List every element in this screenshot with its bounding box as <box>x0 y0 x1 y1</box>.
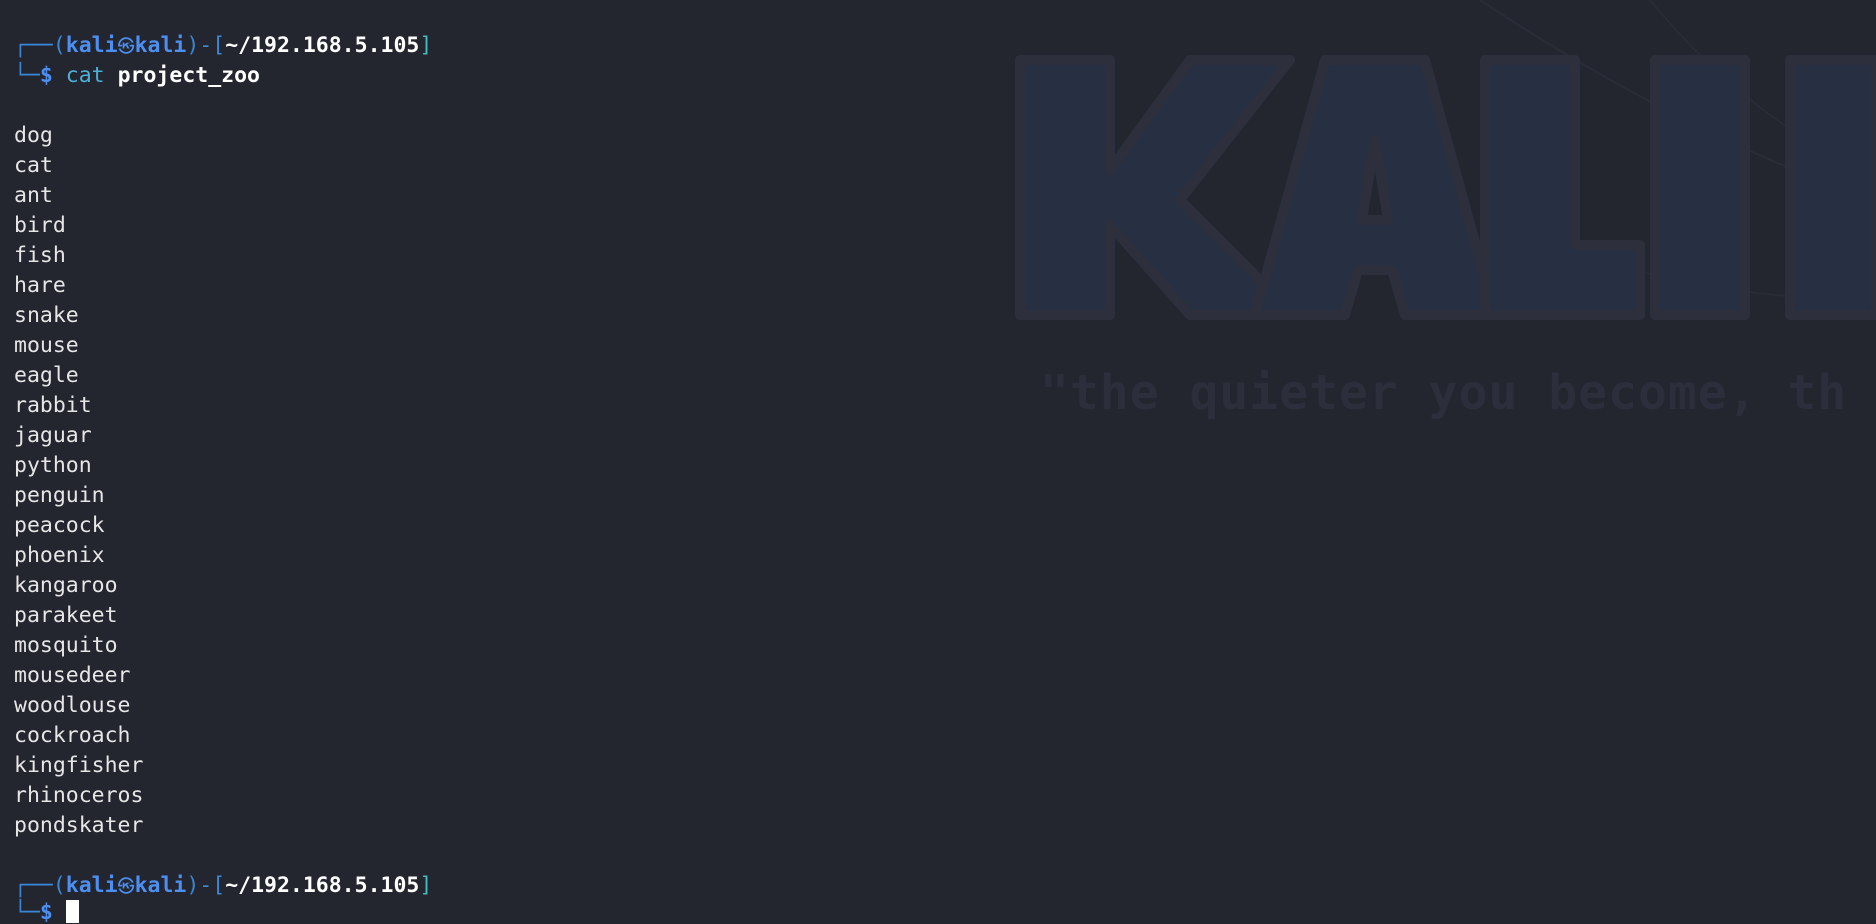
output-line: mosquito <box>14 633 118 658</box>
prompt-host: kali <box>134 873 187 898</box>
prompt-dollar: $ <box>39 63 53 88</box>
prompt-user: kali <box>65 33 118 58</box>
output-line: kingfisher <box>14 753 144 778</box>
prompt-line-2: ┌──(kali㉿kali)-[~/192.168.5.105] <box>14 871 432 901</box>
output-line: mousedeer <box>14 663 131 688</box>
prompt-corner: ┌──( <box>14 33 66 58</box>
kali-skull-icon: ㉿ <box>117 877 135 897</box>
terminal-window[interactable]: "the quieter you become, th ┌──(kali㉿kal… <box>0 0 1876 924</box>
output-line: mouse <box>14 333 79 358</box>
prompt-cwd: ~/192.168.5.105 <box>225 33 420 58</box>
input-line[interactable]: └─$ <box>14 898 79 924</box>
output-line: ant <box>14 183 53 208</box>
output-line: woodlouse <box>14 693 131 718</box>
output-line: rhinoceros <box>14 783 144 808</box>
text-cursor[interactable] <box>65 900 79 923</box>
command-argument: project_zoo <box>117 63 260 88</box>
output-line: python <box>14 453 92 478</box>
prompt-close: ] <box>419 33 433 58</box>
prompt-corner-bottom: └─ <box>14 900 40 924</box>
prompt-dollar: $ <box>39 900 53 924</box>
command-line: └─$ cat project_zoo <box>14 61 260 91</box>
command-name: cat <box>65 63 105 88</box>
output-line: snake <box>14 303 79 328</box>
prompt-line-1: ┌──(kali㉿kali)-[~/192.168.5.105] <box>14 31 432 61</box>
output-line: jaguar <box>14 423 92 448</box>
prompt-separator: )-[ <box>186 33 226 58</box>
output-line: penguin <box>14 483 105 508</box>
output-line: cockroach <box>14 723 131 748</box>
output-line: fish <box>14 243 66 268</box>
output-line: hare <box>14 273 66 298</box>
output-line: dog <box>14 123 53 148</box>
prompt-user: kali <box>65 873 118 898</box>
kali-skull-icon: ㉿ <box>117 37 135 57</box>
output-line: pondskater <box>14 813 144 838</box>
output-line: rabbit <box>14 393 92 418</box>
output-line: kangaroo <box>14 573 118 598</box>
prompt-corner-bottom: └─ <box>14 63 40 88</box>
output-line: peacock <box>14 513 105 538</box>
output-line: parakeet <box>14 603 118 628</box>
wallpaper-motto: "the quieter you become, th <box>1040 365 1848 421</box>
output-line: eagle <box>14 363 79 388</box>
kali-wallpaper: "the quieter you become, th <box>0 0 1876 924</box>
output-line: bird <box>14 213 66 238</box>
output-line: cat <box>14 153 53 178</box>
prompt-host: kali <box>134 33 187 58</box>
prompt-close: ] <box>419 873 433 898</box>
prompt-separator: )-[ <box>186 873 226 898</box>
kali-logo-watermark <box>1015 0 1876 320</box>
output-line: phoenix <box>14 543 105 568</box>
prompt-cwd: ~/192.168.5.105 <box>225 873 420 898</box>
prompt-corner: ┌──( <box>14 873 66 898</box>
